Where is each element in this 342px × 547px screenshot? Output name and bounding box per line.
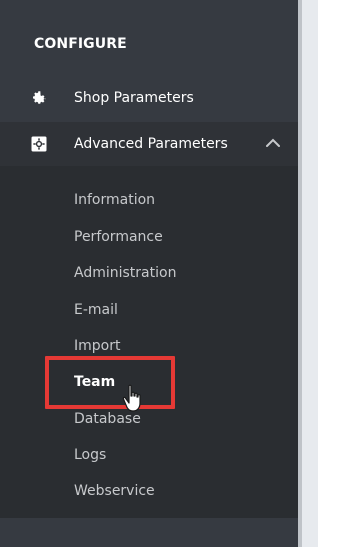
section-title-configure: CONFIGURE [34, 36, 127, 52]
sidebar: CONFIGURE Shop Parameters Advanced Param… [0, 0, 298, 547]
hand-cursor-icon [122, 384, 141, 412]
team-highlight-box [45, 356, 175, 409]
sidebar-item-label: Advanced Parameters [74, 136, 228, 152]
gear-icon [30, 89, 48, 107]
submenu-item-performance[interactable]: Performance [74, 228, 163, 246]
submenu-item-import[interactable]: Import [74, 337, 120, 355]
sidebar-item-advanced-parameters[interactable]: Advanced Parameters [0, 122, 298, 166]
settings-box-icon [30, 135, 48, 153]
content-edge [302, 0, 318, 547]
chevron-up-icon[interactable] [266, 138, 280, 148]
advanced-parameters-submenu: Information Performance Administration E… [0, 166, 298, 518]
sidebar-item-shop-parameters[interactable]: Shop Parameters [0, 76, 298, 120]
submenu-item-administration[interactable]: Administration [74, 264, 176, 282]
submenu-item-webservice[interactable]: Webservice [74, 482, 155, 500]
submenu-item-logs[interactable]: Logs [74, 446, 106, 464]
sidebar-item-label: Shop Parameters [74, 90, 194, 106]
sidebar-bottom-band [0, 520, 298, 547]
submenu-item-information[interactable]: Information [74, 191, 155, 209]
submenu-item-email[interactable]: E-mail [74, 301, 118, 319]
